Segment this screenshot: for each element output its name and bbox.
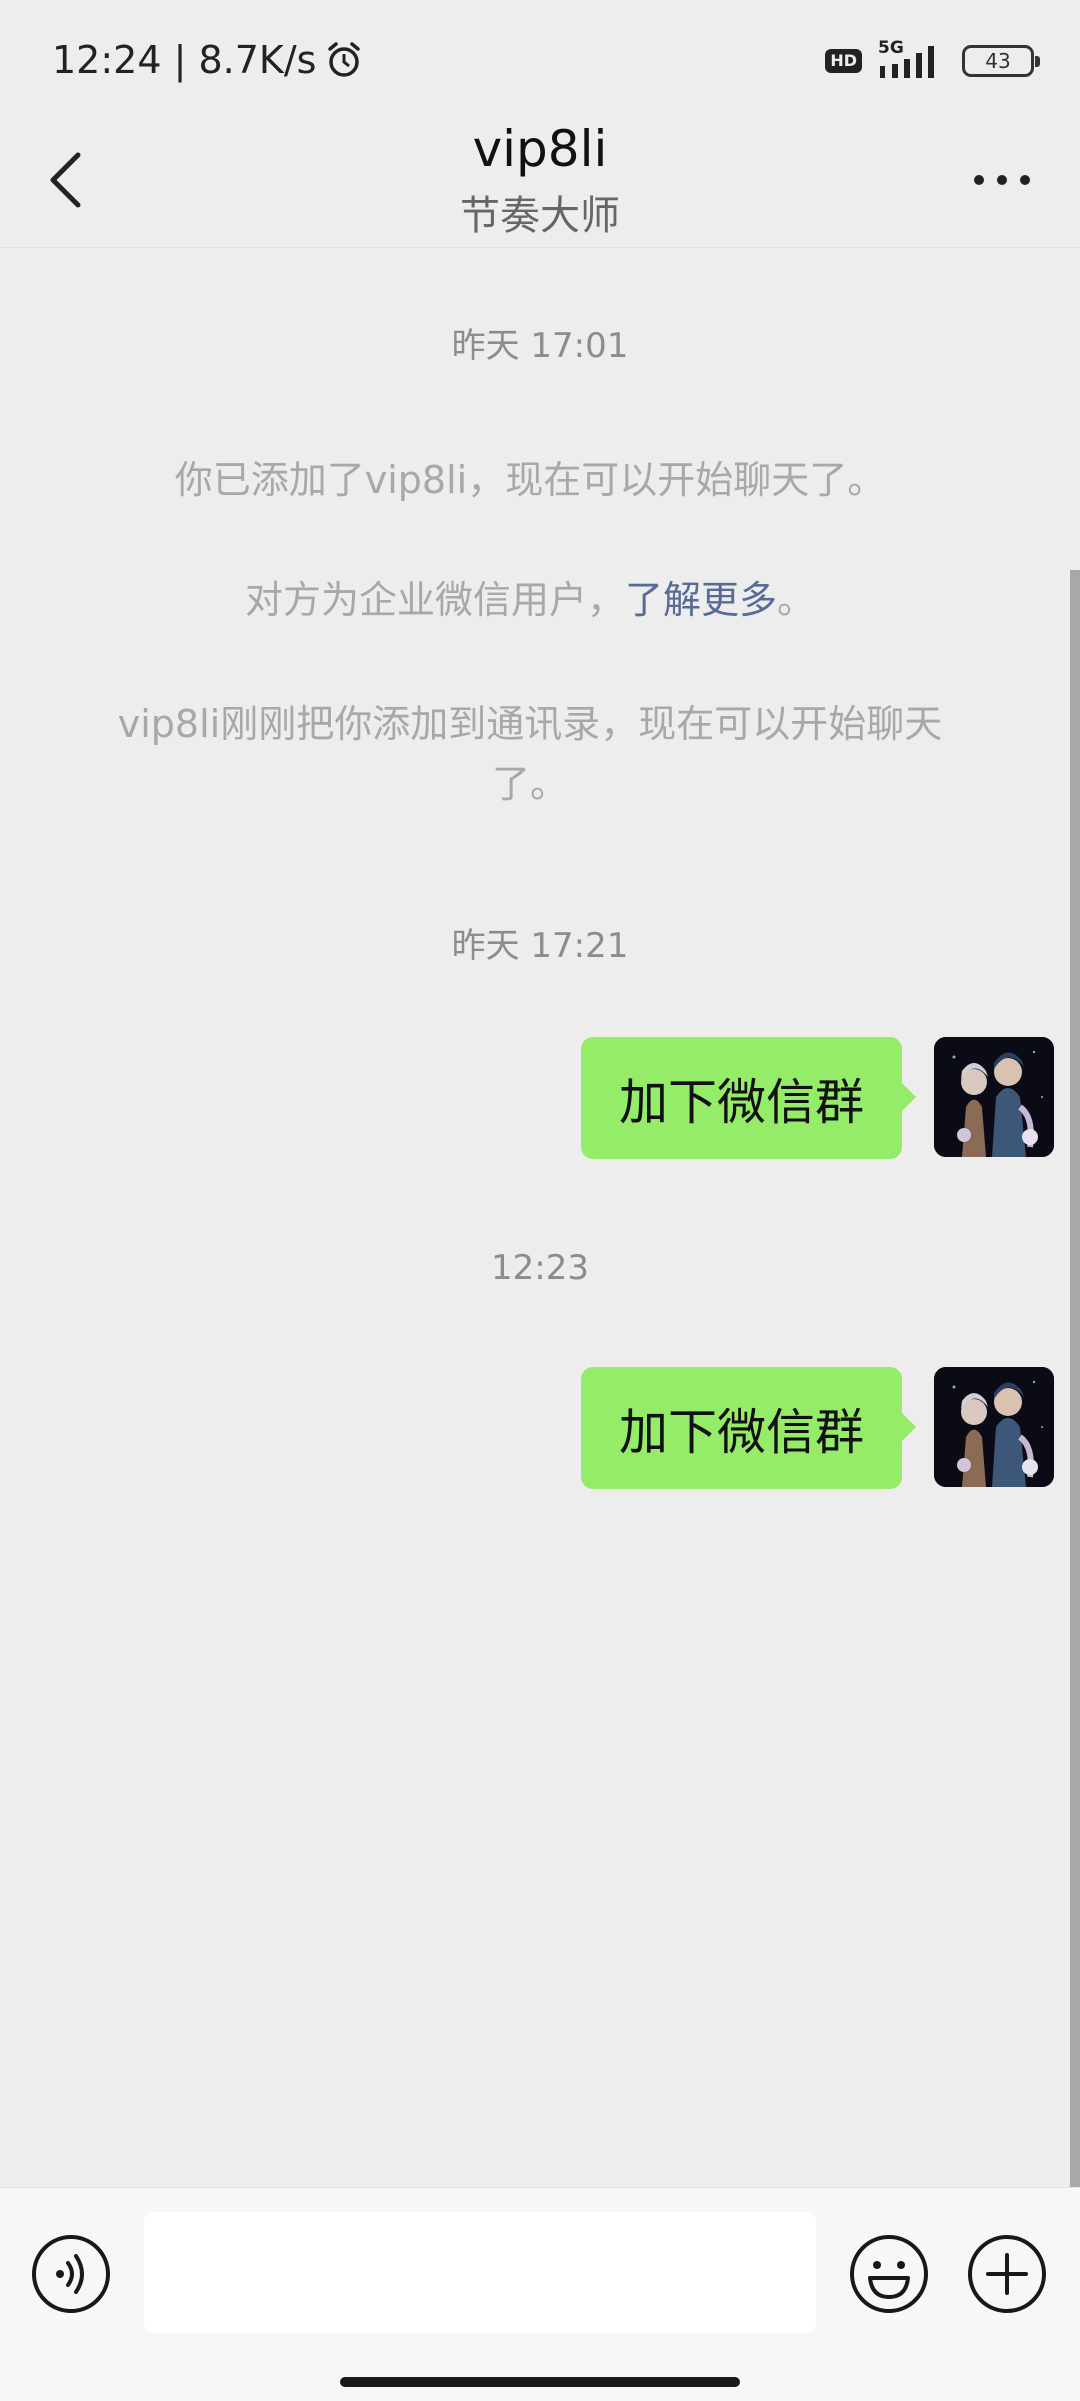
timestamp: 12:23 [491,1248,589,1288]
status-time-speed: 12:24 | 8.7K/s [52,38,317,82]
more-dots-icon [974,175,1030,185]
status-right: HD 5G 43 [825,38,1040,80]
chat-subtitle: 节奏大师 [460,193,620,239]
chat-title: vip8li [472,120,608,178]
more-button[interactable] [962,155,1042,205]
emoji-icon[interactable] [848,2233,930,2315]
scrollbar[interactable] [1070,570,1080,2188]
alarm-icon [328,42,361,77]
avatar[interactable] [934,1367,1054,1487]
system-message-enterprise: 对方为企业微信用户，了解更多。 [90,570,970,630]
avatar[interactable] [934,1037,1054,1157]
timestamp: 昨天 17:01 [451,326,629,366]
system-message: 你已添加了vip8li，现在可以开始聊天了。 [174,458,886,502]
system-message-text: 对方为企业微信用户， [244,578,625,622]
hd-badge: HD [825,49,862,73]
status-bar: 12:24 | 8.7K/s HD 5G 43 [0,0,1080,125]
message-input[interactable] [144,2212,816,2333]
learn-more-link[interactable]: 了解更多 [625,578,777,622]
plus-icon[interactable] [966,2233,1048,2315]
message-row-outgoing: 加下微信群 [580,1367,1054,1489]
signal-icon: 5G [878,38,948,80]
message-bubble[interactable]: 加下微信群 [580,1037,917,1159]
input-bar [0,2187,1080,2401]
system-message: vip8li刚刚把你添加到通讯录，现在可以开始聊天了。 [117,702,943,806]
message-bubble[interactable]: 加下微信群 [580,1367,917,1489]
battery-level: 43 [985,49,1011,73]
chat-header: vip8li 节奏大师 [0,115,1080,248]
message-row-outgoing: 加下微信群 [580,1037,1054,1159]
home-indicator[interactable] [340,2377,740,2387]
system-message-punct: 。 [777,578,816,622]
voice-icon[interactable] [30,2233,112,2315]
battery-icon: 43 [962,45,1040,77]
status-left: 12:24 | 8.7K/s [52,38,364,82]
timestamp: 昨天 17:21 [451,926,629,966]
